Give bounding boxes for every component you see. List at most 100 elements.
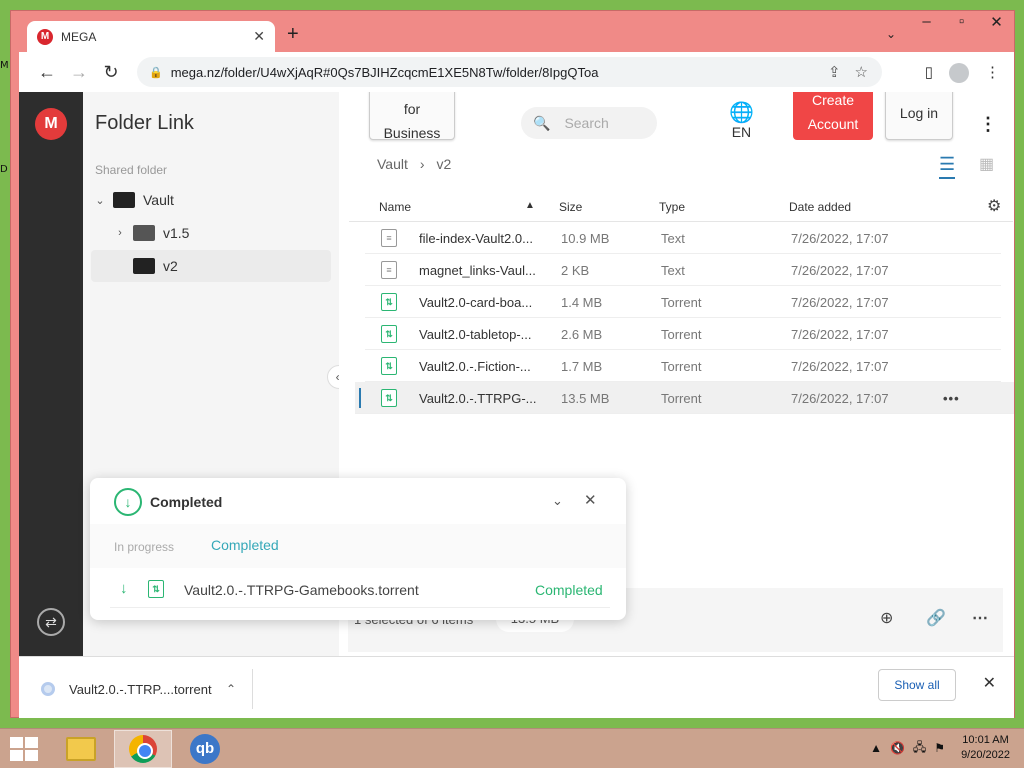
url-input[interactable]: 🔒 mega.nz/folder/U4wXjAqR#0Qs7BJIHZcqcmE… (137, 57, 882, 87)
language-selector[interactable]: 🌐 EN (729, 102, 754, 140)
row-more-icon[interactable]: ••• (943, 391, 960, 406)
file-size: 13.5 MB (561, 391, 610, 406)
show-all-button[interactable]: Show all (878, 669, 956, 701)
reload-button[interactable]: ↻ (95, 62, 127, 83)
clock-date: 9/20/2022 (961, 749, 1010, 761)
show-hidden-icons-icon[interactable]: ▲ (870, 741, 882, 755)
column-type[interactable]: Type (659, 200, 685, 214)
column-settings-gear-icon[interactable]: ⚙ (987, 196, 1001, 216)
start-button[interactable] (10, 737, 38, 761)
browser-tab[interactable]: M MEGA ✕ (27, 21, 275, 52)
sort-ascending-icon[interactable]: ▲ (525, 200, 535, 211)
maximize-button[interactable]: ▫ (954, 13, 969, 31)
breadcrumb-vault[interactable]: Vault (377, 156, 408, 172)
chrome-taskbar-icon[interactable] (114, 730, 172, 768)
download-complete-icon: ↓ (114, 488, 142, 516)
transfer-item[interactable]: ↓ ⇅ Vault2.0.-.TTRPG-Gamebooks.torrent C… (110, 574, 610, 608)
list-view-icon[interactable]: ☰ (939, 154, 956, 179)
file-explorer-taskbar-icon[interactable] (52, 730, 110, 768)
torrent-file-icon: ⇅ (381, 293, 397, 311)
tree-item-vault[interactable]: ⌄ Vault (91, 184, 331, 216)
chrome-menu-icon[interactable]: ⋮ (985, 63, 1000, 83)
qbittorrent-label: qb (190, 734, 220, 764)
column-name[interactable]: Name (379, 200, 411, 214)
clock[interactable]: 10:01 AM 9/20/2022 (961, 733, 1010, 763)
tree-item-v1-5[interactable]: › v1.5 (91, 217, 331, 249)
lock-icon[interactable]: 🔒 (149, 66, 163, 79)
file-size: 1.7 MB (561, 359, 603, 374)
file-date: 7/26/2022, 17:07 (791, 359, 889, 374)
tab-title: MEGA (61, 29, 97, 44)
bookmark-star-icon[interactable]: ☆ (855, 63, 868, 81)
mega-logo[interactable]: M (35, 108, 67, 140)
breadcrumb-current: v2 (436, 156, 452, 172)
file-size: 2 KB (561, 263, 590, 278)
search-input[interactable]: 🔍 Search (521, 107, 657, 139)
table-row[interactable]: ≡ file-index-Vault2.0... 10.9 MB Text 7/26/2… (365, 222, 1001, 254)
column-date[interactable]: Date added (789, 200, 851, 214)
mega-business-button[interactable]: for Business (369, 92, 455, 141)
close-icon[interactable]: ✕ (584, 491, 597, 509)
link-icon[interactable]: 🔗 (926, 608, 946, 628)
chevron-up-icon[interactable]: ⌃ (226, 682, 236, 696)
title-bar: M MEGA ✕ + ⌄ – ▫ ✕ (19, 11, 1014, 52)
tab-search-chevron-icon[interactable]: ⌄ (886, 27, 896, 41)
chevron-right-icon[interactable]: › (111, 227, 129, 239)
volume-muted-icon[interactable]: 🔇 (890, 741, 905, 755)
table-row[interactable]: ⇅ Vault2.0-card-boa... 1.4 MB Torrent 7/26/2… (365, 286, 1001, 318)
table-row[interactable]: ⇅ Vault2.0.-.Fiction-... 1.7 MB Torrent 7/26… (365, 350, 1001, 382)
selection-indicator (359, 388, 361, 408)
create-account-button[interactable]: Create Account (793, 92, 873, 140)
system-tray: ▲ 🔇 🖧 ⚑ 10:01 AM 9/20/2022 (870, 733, 1010, 763)
torrent-file-icon: ⇅ (381, 389, 397, 407)
mega-favicon-icon: M (37, 28, 53, 45)
chevron-down-icon[interactable]: ⌄ (552, 493, 563, 509)
share-icon[interactable]: ⇪ (828, 63, 841, 81)
search-icon: 🔍 (533, 114, 551, 131)
transfer-title: Completed (150, 494, 223, 510)
profile-avatar[interactable] (949, 63, 969, 83)
file-date: 7/26/2022, 17:07 (791, 263, 889, 278)
minimize-button[interactable]: – (919, 13, 934, 31)
tree-item-label: Vault (143, 192, 174, 208)
taskbar: qb ▲ 🔇 🖧 ⚑ 10:01 AM 9/20/2022 (0, 728, 1024, 768)
back-button[interactable]: ← (31, 62, 63, 83)
download-item[interactable]: Vault2.0.-.TTRP....torrent ⌃ (31, 669, 253, 709)
tab-close-icon[interactable]: ✕ (253, 28, 265, 45)
business-label-line2: Business (383, 125, 441, 141)
action-center-icon[interactable]: ⚑ (934, 741, 945, 755)
close-window-button[interactable]: ✕ (989, 13, 1004, 31)
download-icon[interactable]: ⊕ (880, 608, 893, 628)
url-text: mega.nz/folder/U4wXjAqR#0Qs7BJIHZcqcmE1X… (170, 64, 599, 80)
file-date: 7/26/2022, 17:07 (791, 327, 889, 342)
side-panel-icon[interactable]: ▯ (925, 63, 933, 83)
column-size[interactable]: Size (559, 200, 582, 214)
network-icon[interactable]: 🖧 (913, 738, 926, 759)
tab-completed[interactable]: Completed (211, 537, 279, 553)
qbittorrent-taskbar-icon[interactable]: qb (176, 730, 234, 768)
tree-item-v2[interactable]: v2 (91, 250, 331, 282)
torrent-file-icon: ⇅ (381, 325, 397, 343)
grid-view-icon[interactable]: ▦ (979, 154, 994, 174)
torrent-file-icon: ⇅ (148, 580, 164, 598)
downloads-bar: Vault2.0.-.TTRP....torrent ⌃ Show all ✕ (19, 656, 1014, 718)
sync-icon[interactable]: ⇄ (37, 608, 65, 636)
table-row[interactable]: ≡ magnet_links-Vaul... 2 KB Text 7/26/2022, … (365, 254, 1001, 286)
table-row[interactable]: ⇅ Vault2.0.-.TTRPG-... 13.5 MB Torrent 7/26/… (355, 382, 1014, 414)
more-actions-icon[interactable]: ⋯ (972, 608, 988, 628)
file-type: Torrent (661, 295, 702, 310)
login-button[interactable]: Log in (885, 92, 953, 140)
arrow-down-icon: ↓ (120, 580, 128, 597)
new-tab-button[interactable]: + (287, 24, 299, 44)
forward-button[interactable]: → (63, 62, 95, 83)
more-menu-icon[interactable]: ⋮ (979, 114, 997, 135)
close-downloads-bar-icon[interactable]: ✕ (983, 673, 996, 693)
text-file-icon: ≡ (381, 261, 397, 279)
breadcrumb-separator-icon: › (419, 156, 425, 172)
globe-icon: 🌐 (729, 102, 754, 124)
file-name: file-index-Vault2.0... (419, 231, 533, 246)
chevron-down-icon[interactable]: ⌄ (91, 194, 109, 207)
tab-in-progress[interactable]: In progress (114, 540, 174, 554)
table-row[interactable]: ⇅ Vault2.0-tabletop-... 2.6 MB Torrent 7/26/… (365, 318, 1001, 350)
file-size: 2.6 MB (561, 327, 603, 342)
